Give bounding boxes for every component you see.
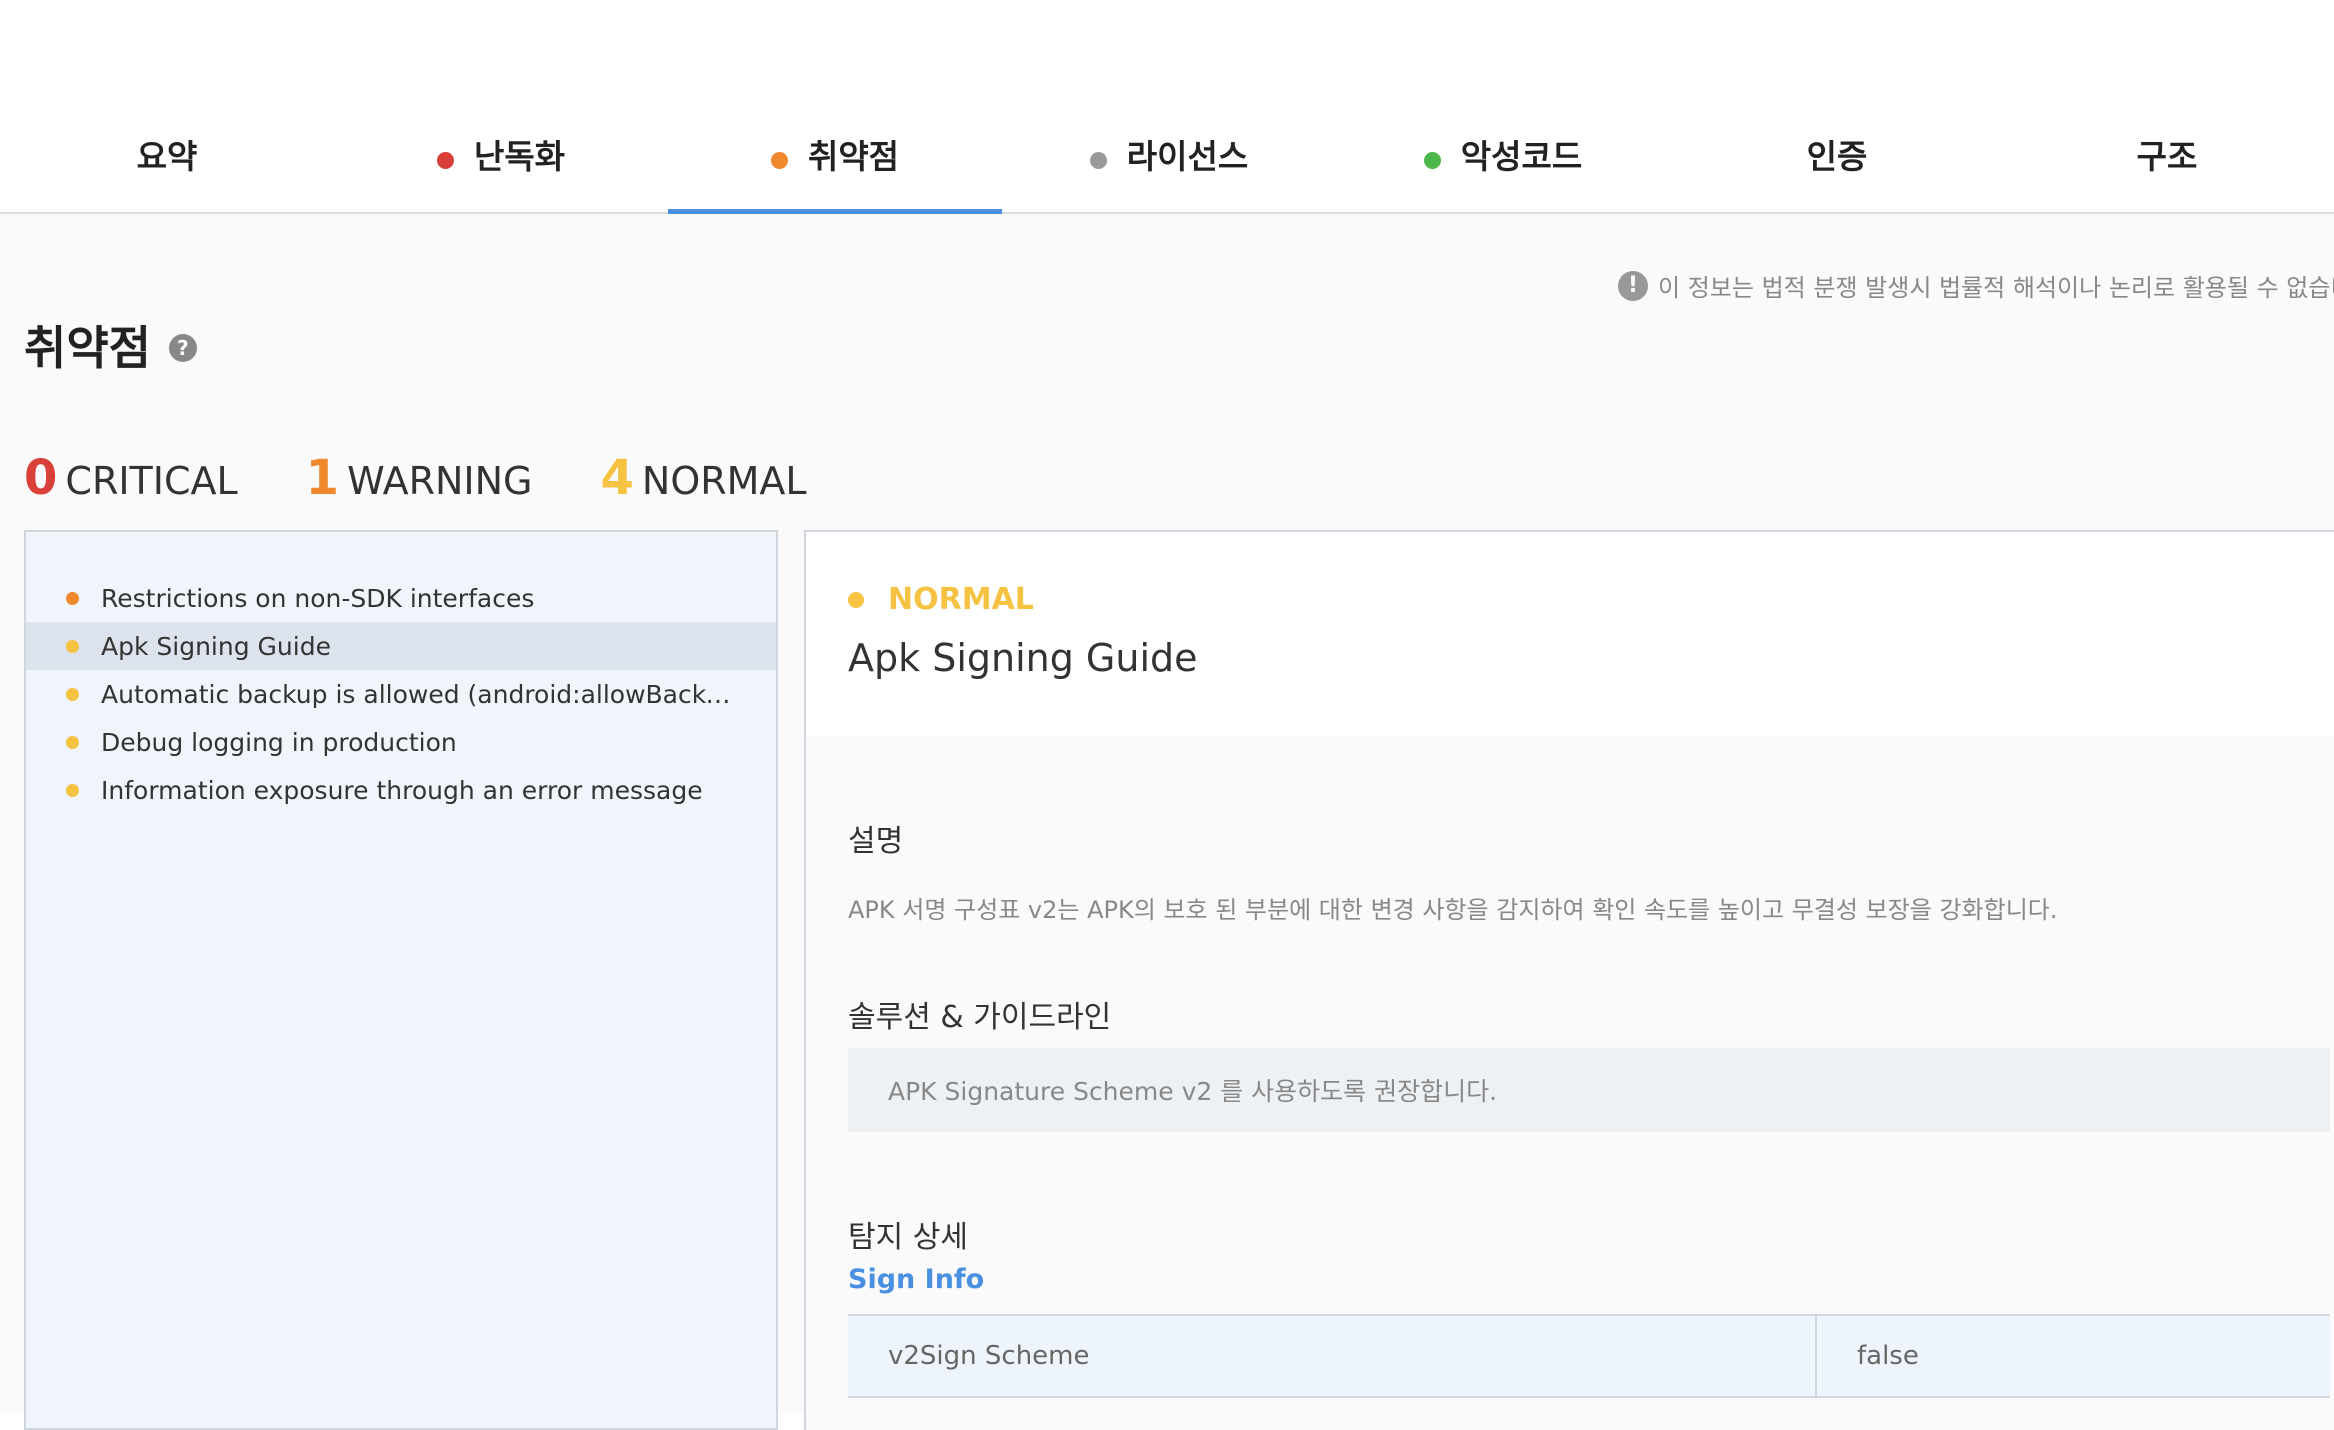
tab-certificate-label: 인증: [1806, 137, 1868, 176]
tab-summary-label: 요약: [136, 137, 198, 176]
count-warning: 1 WARNING: [306, 450, 533, 506]
status-dot-icon: [770, 152, 788, 169]
help-icon[interactable]: ?: [168, 334, 197, 362]
tab-bar: 요약 난독화 취약점 라이선스 악성코드 인증 구조: [0, 0, 2334, 216]
normal-bullet-icon: [66, 639, 79, 653]
page-title: 취약점 ?: [24, 312, 197, 378]
list-item-label: Automatic backup is allowed (android:all…: [101, 679, 741, 709]
warning-bullet-icon: [66, 591, 79, 605]
list-item[interactable]: Information exposure through an error me…: [26, 766, 776, 814]
tab-malware-label: 악성코드: [1460, 137, 1583, 176]
count-warning-label: WARNING: [347, 459, 533, 503]
count-warning-number: 1: [305, 450, 340, 506]
sign-info-table: v2Sign Scheme false: [848, 1314, 2330, 1398]
tab-license[interactable]: 라이선스: [1002, 130, 1336, 214]
status-dot-icon: [436, 152, 454, 169]
detail-panel: NORMAL Apk Signing Guide 설명 APK 서명 구성표 v…: [804, 530, 2334, 1430]
list-item-label: Restrictions on non-SDK interfaces: [101, 583, 535, 613]
vulnerability-list: Restrictions on non-SDK interfaces Apk S…: [24, 530, 778, 1430]
normal-bullet-icon: [66, 783, 79, 797]
legal-notice: ! 이 정보는 법적 분쟁 발생시 법률적 해석이나 논리로 활용될 수 없습니: [1618, 268, 2334, 303]
detail-title: Apk Signing Guide: [848, 636, 1198, 680]
list-item[interactable]: Debug logging in production: [26, 718, 776, 766]
solution-title: 솔루션 & 가이드라인: [848, 1000, 1112, 1035]
count-normal: 4 NORMAL: [600, 450, 806, 506]
description-title: 설명: [848, 824, 904, 859]
count-critical-label: CRITICAL: [65, 459, 238, 503]
normal-bullet-icon: [66, 735, 79, 749]
list-item[interactable]: Restrictions on non-SDK interfaces: [26, 574, 776, 622]
tab-vulnerability[interactable]: 취약점: [668, 130, 1002, 216]
normal-bullet-icon: [66, 687, 79, 701]
severity-dot-icon: [848, 591, 864, 608]
count-normal-number: 4: [600, 450, 634, 506]
solution-box: APK Signature Scheme v2 를 사용하도록 권장합니다.: [848, 1048, 2330, 1132]
detail-header: NORMAL Apk Signing Guide: [806, 532, 2334, 736]
main-content: ! 이 정보는 법적 분쟁 발생시 법률적 해석이나 논리로 활용될 수 없습니…: [0, 214, 2334, 1430]
tab-certificate[interactable]: 인증: [1670, 130, 2004, 214]
tab-structure[interactable]: 구조: [2000, 130, 2334, 214]
table-cell-value: false: [1857, 1341, 1919, 1371]
table-row: v2Sign Scheme false: [848, 1315, 2330, 1397]
severity-label: NORMAL: [888, 582, 1034, 617]
sign-info-link[interactable]: Sign Info: [848, 1264, 984, 1295]
status-dot-icon: [1423, 152, 1441, 169]
description-text: APK 서명 구성표 v2는 APK의 보호 된 부분에 대한 변경 사항을 감…: [848, 896, 2058, 924]
tab-obfuscation[interactable]: 난독화: [334, 130, 668, 214]
count-critical-number: 0: [24, 450, 58, 506]
list-item-label: Information exposure through an error me…: [101, 775, 703, 805]
count-critical: 0 CRITICAL: [24, 450, 238, 506]
tab-vulnerability-label: 취약점: [807, 137, 900, 176]
status-dot-icon: [1089, 152, 1107, 169]
alert-icon: !: [1618, 270, 1648, 301]
detection-title: 탐지 상세: [848, 1220, 968, 1255]
table-cell-key: v2Sign Scheme: [848, 1315, 1817, 1397]
list-item[interactable]: Automatic backup is allowed (android:all…: [26, 670, 776, 718]
page-title-text: 취약점: [24, 321, 151, 375]
tab-structure-label: 구조: [2136, 137, 2198, 176]
count-normal-label: NORMAL: [641, 459, 807, 503]
list-item-label: Apk Signing Guide: [101, 631, 331, 661]
tab-license-label: 라이선스: [1126, 137, 1249, 176]
severity-badge: NORMAL: [848, 582, 1034, 617]
tab-obfuscation-label: 난독화: [473, 137, 566, 176]
severity-counts: 0 CRITICAL 1 WARNING 4 NORMAL: [24, 450, 875, 506]
solution-text: APK Signature Scheme v2 를 사용하도록 권장합니다.: [888, 1077, 1498, 1106]
legal-notice-text: 이 정보는 법적 분쟁 발생시 법률적 해석이나 논리로 활용될 수 없습니: [1658, 274, 2334, 302]
tab-malware[interactable]: 악성코드: [1336, 130, 1670, 214]
list-item-label: Debug logging in production: [101, 727, 457, 757]
tab-summary[interactable]: 요약: [0, 130, 334, 214]
list-item[interactable]: Apk Signing Guide: [26, 622, 776, 670]
